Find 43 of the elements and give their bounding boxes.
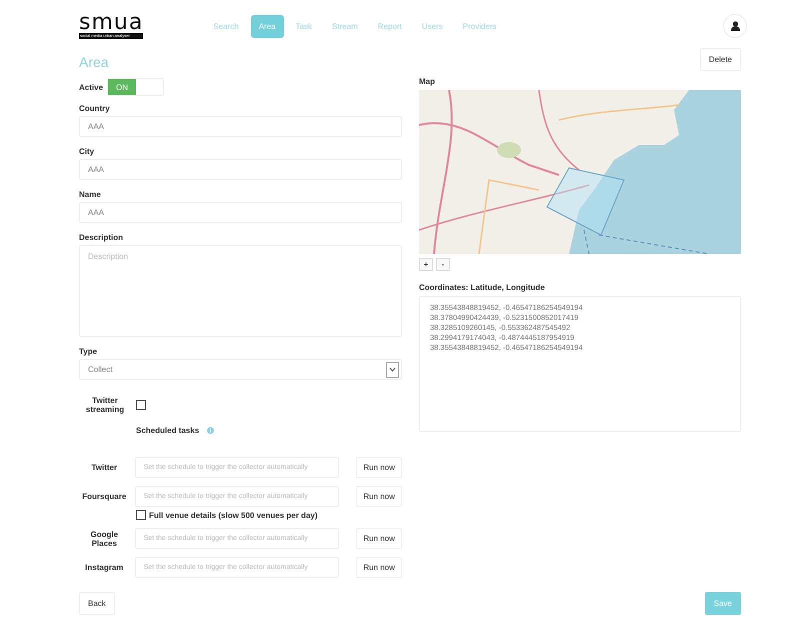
zoom-out-button[interactable]: - bbox=[436, 258, 450, 271]
field-label: Coordinates: Latitude, Longitude bbox=[419, 283, 546, 292]
zoom-in-button[interactable]: + bbox=[419, 258, 433, 271]
run-now-button[interactable]: Run now bbox=[356, 528, 402, 549]
nav-tab[interactable]: Search bbox=[205, 14, 247, 38]
nav-tab[interactable]: Stream bbox=[324, 14, 366, 38]
field-label: City bbox=[79, 147, 96, 156]
page-title: Area bbox=[79, 54, 109, 70]
user-button[interactable] bbox=[723, 14, 747, 38]
checkbox[interactable] bbox=[136, 510, 146, 520]
nav-tab[interactable]: Providers bbox=[454, 14, 505, 38]
schedule-label: Google Places bbox=[90, 530, 120, 548]
field-label: Type bbox=[79, 347, 98, 356]
run-now-button[interactable]: Run now bbox=[356, 486, 402, 507]
active-toggle[interactable]: ON bbox=[107, 78, 164, 96]
checkbox-label: Full venue details (slow 500 venues per day) bbox=[149, 510, 318, 520]
text-field[interactable]: AAA bbox=[79, 116, 402, 137]
schedule-label: Twitter bbox=[90, 463, 118, 472]
field-label: Name bbox=[79, 190, 102, 199]
field-label: Description bbox=[79, 233, 124, 242]
run-now-button[interactable]: Run now bbox=[356, 557, 402, 578]
save-button[interactable]: Save bbox=[704, 592, 741, 615]
nav-tab[interactable]: Report bbox=[370, 14, 410, 38]
run-now-button[interactable]: Run now bbox=[356, 457, 402, 478]
map-label: Map bbox=[419, 77, 436, 86]
field-label: Active bbox=[79, 82, 104, 92]
text-field[interactable]: AAA bbox=[79, 159, 402, 180]
field-label: Country bbox=[79, 104, 111, 113]
nav-tab[interactable]: Task bbox=[288, 14, 320, 38]
back-button[interactable]: Back bbox=[79, 592, 115, 615]
description-field[interactable]: Description bbox=[79, 245, 402, 337]
schedule-label: Instagram bbox=[84, 563, 124, 572]
field-label: Twitter streaming bbox=[84, 396, 126, 414]
delete-button[interactable]: Delete bbox=[700, 48, 741, 71]
caret-icon bbox=[389, 367, 396, 372]
checkbox[interactable] bbox=[136, 400, 146, 410]
section-title: Scheduled tasks bbox=[136, 426, 200, 435]
text-field[interactable]: AAA bbox=[79, 202, 402, 223]
user-icon bbox=[730, 21, 740, 31]
nav-tab[interactable]: Users bbox=[414, 14, 451, 38]
schedule-label: Foursquare bbox=[81, 492, 128, 501]
type-select[interactable]: Collect bbox=[79, 359, 402, 380]
nav-tab[interactable]: Area bbox=[250, 14, 284, 38]
